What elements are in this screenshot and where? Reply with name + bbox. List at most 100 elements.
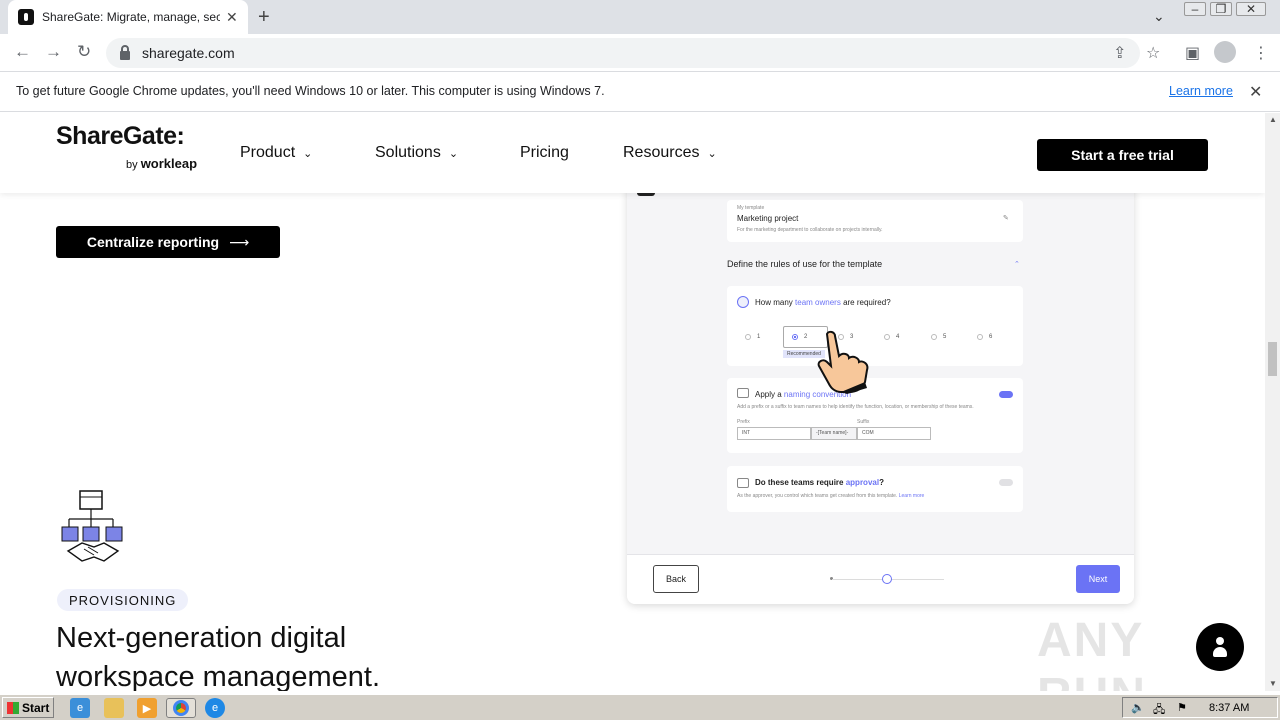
restore-icon[interactable]: ❐: [1210, 2, 1232, 16]
approval-question: Do these teams require approval?: [755, 478, 884, 487]
edit-pencil-icon: ✎: [1003, 215, 1009, 222]
start-label: Start: [22, 700, 50, 715]
pointer-hand-icon: [817, 330, 869, 394]
back-arrow-icon[interactable]: ←: [14, 42, 31, 62]
approval-desc-line: As the approver, you control which teams…: [737, 493, 924, 499]
owner-option-4[interactable]: 4: [876, 326, 921, 348]
scroll-up-icon[interactable]: ▲: [1269, 115, 1277, 124]
suffix-field[interactable]: COM: [857, 427, 931, 440]
approval-learn-more-link[interactable]: Learn more: [899, 493, 925, 499]
approval-icon: [737, 478, 749, 488]
template-desc: For the marketing department to collabor…: [737, 227, 883, 233]
provisioning-badge: PROVISIONING: [57, 589, 189, 611]
suffix-label: Suffix: [857, 419, 870, 425]
prefix-label: Prefix: [737, 419, 750, 425]
approval-hl: approval: [845, 478, 880, 487]
owners-q-post: are required?: [843, 298, 891, 307]
browser-toolbar: ← → ↻ sharegate.com ⇪ ☆ ▣ ⋮: [0, 34, 1280, 72]
logo-parent: workleap: [140, 156, 198, 171]
menu-kebab-icon[interactable]: ⋮: [1253, 43, 1269, 63]
network-icon[interactable]: 🖧: [1153, 701, 1165, 720]
owner-option-1[interactable]: 1: [737, 326, 782, 348]
naming-toggle-on[interactable]: [999, 391, 1013, 398]
centralize-reporting-button[interactable]: Centralize reporting ⟶: [56, 226, 280, 258]
update-infobar: To get future Google Chrome updates, you…: [0, 72, 1280, 112]
explorer-folder-icon[interactable]: [104, 698, 124, 718]
template-card: My template Marketing project For the ma…: [727, 200, 1023, 242]
owner-option-label: 6: [989, 334, 993, 340]
profile-avatar-icon[interactable]: [1214, 41, 1236, 63]
browser-tab[interactable]: ShareGate: Migrate, manage, secure ✕: [8, 0, 248, 34]
radio-icon: [977, 334, 983, 340]
sharegate-favicon-icon: [18, 9, 34, 25]
provisioning-handshake-icon: [61, 490, 123, 562]
chrome-taskbar-icon[interactable]: [166, 698, 196, 718]
nav-product[interactable]: Product ⌄: [240, 144, 312, 162]
user-icon: [737, 296, 749, 308]
owner-option-6[interactable]: 6: [969, 326, 1014, 348]
action-center-flag-icon[interactable]: ⚑: [1177, 701, 1187, 714]
arrow-right-icon: ⟶: [229, 233, 250, 250]
radio-icon: [884, 334, 890, 340]
system-tray: 🔈 🖧 ⚑: [1122, 697, 1278, 718]
chevron-down-icon: ⌄: [707, 148, 717, 160]
nav-resources[interactable]: Resources ⌄: [623, 144, 717, 162]
tab-search-chevron-icon[interactable]: ⌄: [1153, 8, 1165, 25]
template-name: Marketing project: [737, 214, 799, 223]
minimize-icon[interactable]: –: [1184, 2, 1206, 16]
share-icon[interactable]: ⇪: [1113, 43, 1126, 63]
approval-desc: As the approver, you control which teams…: [737, 493, 898, 499]
lock-icon: [120, 44, 130, 60]
chevron-down-icon: ⌄: [448, 148, 459, 160]
window-close-icon[interactable]: ✕: [1236, 2, 1266, 16]
approval-toggle-off[interactable]: [999, 479, 1013, 486]
radio-icon: [745, 334, 751, 340]
progress-track: [832, 574, 944, 584]
centralize-reporting-label: Centralize reporting: [86, 234, 220, 250]
owners-q-pre: How many: [755, 298, 793, 307]
infobar-close-icon[interactable]: ✕: [1249, 82, 1262, 102]
scroll-down-icon[interactable]: ▼: [1269, 679, 1277, 688]
side-panel-icon[interactable]: ▣: [1185, 43, 1200, 63]
edge-icon[interactable]: e: [205, 698, 225, 718]
back-button[interactable]: Back: [653, 565, 699, 593]
rules-title: Define the rules of use for the template: [727, 259, 883, 269]
owner-option-label: 1: [757, 334, 761, 340]
chat-body-icon: [1213, 647, 1227, 657]
sharegate-logo[interactable]: ShareGate: by workleap: [56, 122, 197, 171]
section-headline: Next-generation digital workspace manage…: [56, 622, 380, 691]
approval-pre: Do these teams require: [755, 478, 844, 487]
address-bar[interactable]: sharegate.com: [106, 38, 1140, 68]
chrome-logo-icon: [173, 700, 189, 716]
naming-card: Apply a naming convention Add a prefix o…: [727, 378, 1023, 453]
page-scrollbar[interactable]: ▲ ▼: [1265, 113, 1280, 691]
naming-pre: Apply a: [755, 390, 782, 399]
ie-icon[interactable]: e: [70, 698, 90, 718]
owner-option-label: 4: [896, 334, 900, 340]
next-button[interactable]: Next: [1076, 565, 1120, 593]
collapse-chevron-icon: ⌃: [1014, 261, 1020, 268]
learn-more-link[interactable]: Learn more: [1169, 84, 1233, 98]
new-tab-icon[interactable]: +: [258, 6, 270, 29]
radio-icon: [931, 334, 937, 340]
nav-pricing[interactable]: Pricing: [520, 144, 569, 162]
close-tab-icon[interactable]: ✕: [226, 9, 238, 26]
scroll-thumb[interactable]: [1268, 342, 1277, 376]
prefix-field[interactable]: INT: [737, 427, 811, 440]
chevron-down-icon: ⌄: [303, 148, 313, 160]
volume-icon[interactable]: 🔈: [1131, 701, 1145, 714]
chat-widget-button[interactable]: [1196, 623, 1244, 671]
media-player-icon[interactable]: ▶: [137, 698, 157, 718]
template-small-label: My template: [737, 205, 765, 211]
nav-solutions[interactable]: Solutions ⌄: [375, 144, 458, 162]
forward-arrow-icon[interactable]: →: [45, 42, 62, 62]
page-viewport: ShareGate: by workleap Product ⌄ Solution…: [0, 113, 1265, 691]
bookmark-star-icon[interactable]: ☆: [1146, 43, 1160, 63]
owner-option-5[interactable]: 5: [923, 326, 968, 348]
owners-card: How many team owners are required? 1 2 3…: [727, 286, 1023, 366]
reload-icon[interactable]: ↻: [77, 42, 91, 62]
radio-selected-icon: [792, 334, 798, 340]
start-button[interactable]: Start: [2, 697, 54, 718]
tab-title: ShareGate: Migrate, manage, secure: [42, 10, 220, 24]
start-free-trial-button[interactable]: Start a free trial: [1037, 139, 1208, 171]
